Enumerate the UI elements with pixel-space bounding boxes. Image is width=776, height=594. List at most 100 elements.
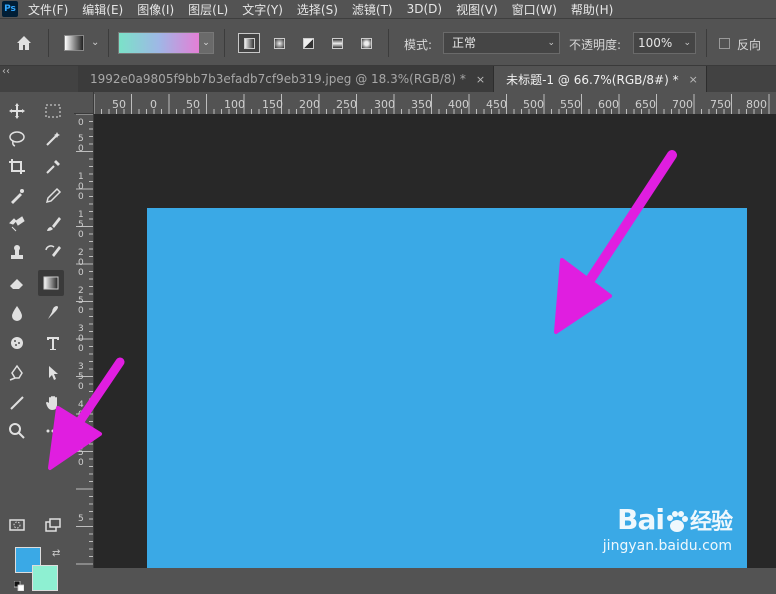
- menu-type[interactable]: 文字(Y): [242, 1, 283, 18]
- line-tool-icon[interactable]: [4, 390, 30, 416]
- mode-value: 正常: [452, 36, 477, 50]
- ruler-left: 0 5 0 1 0 0 1 5 0 2 0 0 2 5 0 3 0 0 3 5 …: [74, 114, 94, 568]
- more-tools-icon[interactable]: [40, 418, 66, 444]
- ruler-label: 4: [78, 438, 84, 448]
- diamond-gradient-button[interactable]: [355, 33, 377, 53]
- ruler-label: 5: [78, 514, 84, 524]
- reflected-gradient-button[interactable]: [326, 33, 348, 53]
- stamp-tool-icon[interactable]: [4, 240, 30, 266]
- ruler-label: 100: [224, 98, 245, 111]
- quick-mask-icon[interactable]: [4, 512, 30, 538]
- crop-tool-icon[interactable]: [4, 154, 30, 180]
- hand-tool-icon[interactable]: [40, 390, 66, 416]
- ruler-label: 2: [78, 286, 84, 296]
- chevron-down-icon[interactable]: ⌄: [199, 33, 213, 53]
- eyedropper-icon[interactable]: [40, 154, 66, 180]
- toolbox: ⇄: [0, 92, 75, 592]
- menu-view[interactable]: 视图(V): [456, 1, 498, 18]
- menu-select[interactable]: 选择(S): [297, 1, 338, 18]
- path-selection-icon[interactable]: [40, 360, 66, 386]
- move-tool-icon[interactable]: [4, 98, 30, 124]
- ruler-left-ticks: [76, 114, 93, 565]
- zoom-tool-icon[interactable]: [4, 418, 30, 444]
- pencil-icon[interactable]: [40, 183, 66, 209]
- gradient-preset-icon[interactable]: [64, 35, 84, 51]
- separator: [388, 29, 389, 57]
- smudge-tool-icon[interactable]: [40, 300, 66, 326]
- tab-title: 1992e0a9805f9bb7b3efadb7cf9eb319.jpeg @ …: [90, 72, 466, 86]
- blur-tool-icon[interactable]: [4, 300, 30, 326]
- menu-edit[interactable]: 编辑(E): [82, 1, 123, 18]
- tab-document-2[interactable]: 未标题-1 @ 66.7%(RGB/8#) * ×: [494, 66, 707, 92]
- swap-colors-icon[interactable]: ⇄: [52, 548, 60, 559]
- opacity-input[interactable]: 100% ⌄: [633, 32, 696, 54]
- mode-select[interactable]: 正常 ⌄: [443, 32, 560, 54]
- default-colors-icon[interactable]: [13, 580, 25, 592]
- separator: [224, 29, 225, 57]
- chevron-down-icon[interactable]: ⌄: [91, 37, 99, 48]
- tab-title: 未标题-1 @ 66.7%(RGB/8#) *: [506, 72, 679, 87]
- reverse-checkbox[interactable]: [719, 38, 730, 49]
- options-bar: ⌄ ⌄ 模式: 正常 ⌄ 不透明度: 100% ⌄ 反向: [0, 18, 776, 66]
- mode-label: 模式:: [404, 38, 433, 52]
- ruler-top: 50 0 50 100 150 200 250 300 350 400 450 …: [94, 92, 776, 115]
- magic-wand-icon[interactable]: [40, 126, 66, 152]
- sponge-tool-icon[interactable]: [4, 330, 30, 356]
- pen-tool-icon[interactable]: [4, 360, 30, 386]
- ruler-label: 3: [78, 362, 84, 372]
- radial-gradient-button[interactable]: [268, 33, 290, 53]
- gradient-tool-icon[interactable]: [38, 270, 64, 296]
- ruler-label: 50: [186, 98, 200, 111]
- ruler-label: 5: [78, 134, 84, 144]
- eraser-icon[interactable]: [4, 270, 30, 296]
- clone-stamp-icon[interactable]: [4, 211, 30, 237]
- spot-healing-brush-icon[interactable]: [4, 183, 30, 209]
- ruler-label: 0: [78, 334, 84, 344]
- ruler-label: 1: [78, 172, 84, 182]
- tab-document-1[interactable]: 1992e0a9805f9bb7b3efadb7cf9eb319.jpeg @ …: [78, 66, 495, 92]
- opacity-label: 不透明度:: [569, 38, 622, 52]
- close-icon[interactable]: ×: [689, 73, 698, 86]
- ruler-label: 500: [523, 98, 544, 111]
- menu-filter[interactable]: 滤镜(T): [352, 1, 393, 18]
- menu-3d[interactable]: 3D(D): [407, 2, 442, 16]
- chevron-down-icon: ⌄: [683, 38, 691, 48]
- type-tool-icon[interactable]: [40, 330, 66, 356]
- linear-gradient-button[interactable]: [238, 33, 260, 53]
- document-workspace[interactable]: [94, 114, 776, 568]
- collapse-panel-icon[interactable]: ‹‹: [2, 66, 10, 77]
- menu-window[interactable]: 窗口(W): [512, 1, 557, 18]
- home-icon[interactable]: [14, 33, 34, 53]
- ruler-corner: [74, 92, 94, 114]
- ruler-label: 700: [672, 98, 693, 111]
- ruler-label: 0: [78, 230, 84, 240]
- menu-file[interactable]: 文件(F): [28, 1, 68, 18]
- ruler-label: 0: [78, 118, 84, 128]
- chevron-down-icon: ⌄: [547, 38, 555, 48]
- menu-help[interactable]: 帮助(H): [571, 1, 613, 18]
- marquee-tool-icon[interactable]: [40, 98, 66, 124]
- separator: [706, 29, 707, 57]
- ruler-label: 0: [78, 410, 84, 420]
- screen-mode-icon[interactable]: [40, 512, 66, 538]
- gradient-editor-picker[interactable]: ⌄: [118, 32, 214, 54]
- brush-tool-icon[interactable]: [40, 211, 66, 237]
- ruler-label: 350: [411, 98, 432, 111]
- lasso-tool-icon[interactable]: [4, 126, 30, 152]
- ruler-label: 0: [78, 420, 84, 430]
- document-tabs: 1992e0a9805f9bb7b3efadb7cf9eb319.jpeg @ …: [78, 66, 776, 92]
- close-icon[interactable]: ×: [476, 73, 485, 86]
- ruler-label: 2: [78, 248, 84, 258]
- ruler-label: 4: [78, 400, 84, 410]
- menu-image[interactable]: 图像(I): [137, 1, 174, 18]
- angle-gradient-button[interactable]: [297, 33, 319, 53]
- ruler-label: 300: [374, 98, 395, 111]
- ruler-label: 750: [710, 98, 731, 111]
- document-canvas[interactable]: [147, 208, 747, 568]
- history-brush-icon[interactable]: [40, 240, 66, 266]
- menu-layer[interactable]: 图层(L): [188, 1, 228, 18]
- separator: [48, 29, 49, 57]
- background-color-swatch[interactable]: [32, 565, 58, 591]
- ruler-label: 5: [78, 372, 84, 382]
- gradient-preview[interactable]: [119, 33, 199, 53]
